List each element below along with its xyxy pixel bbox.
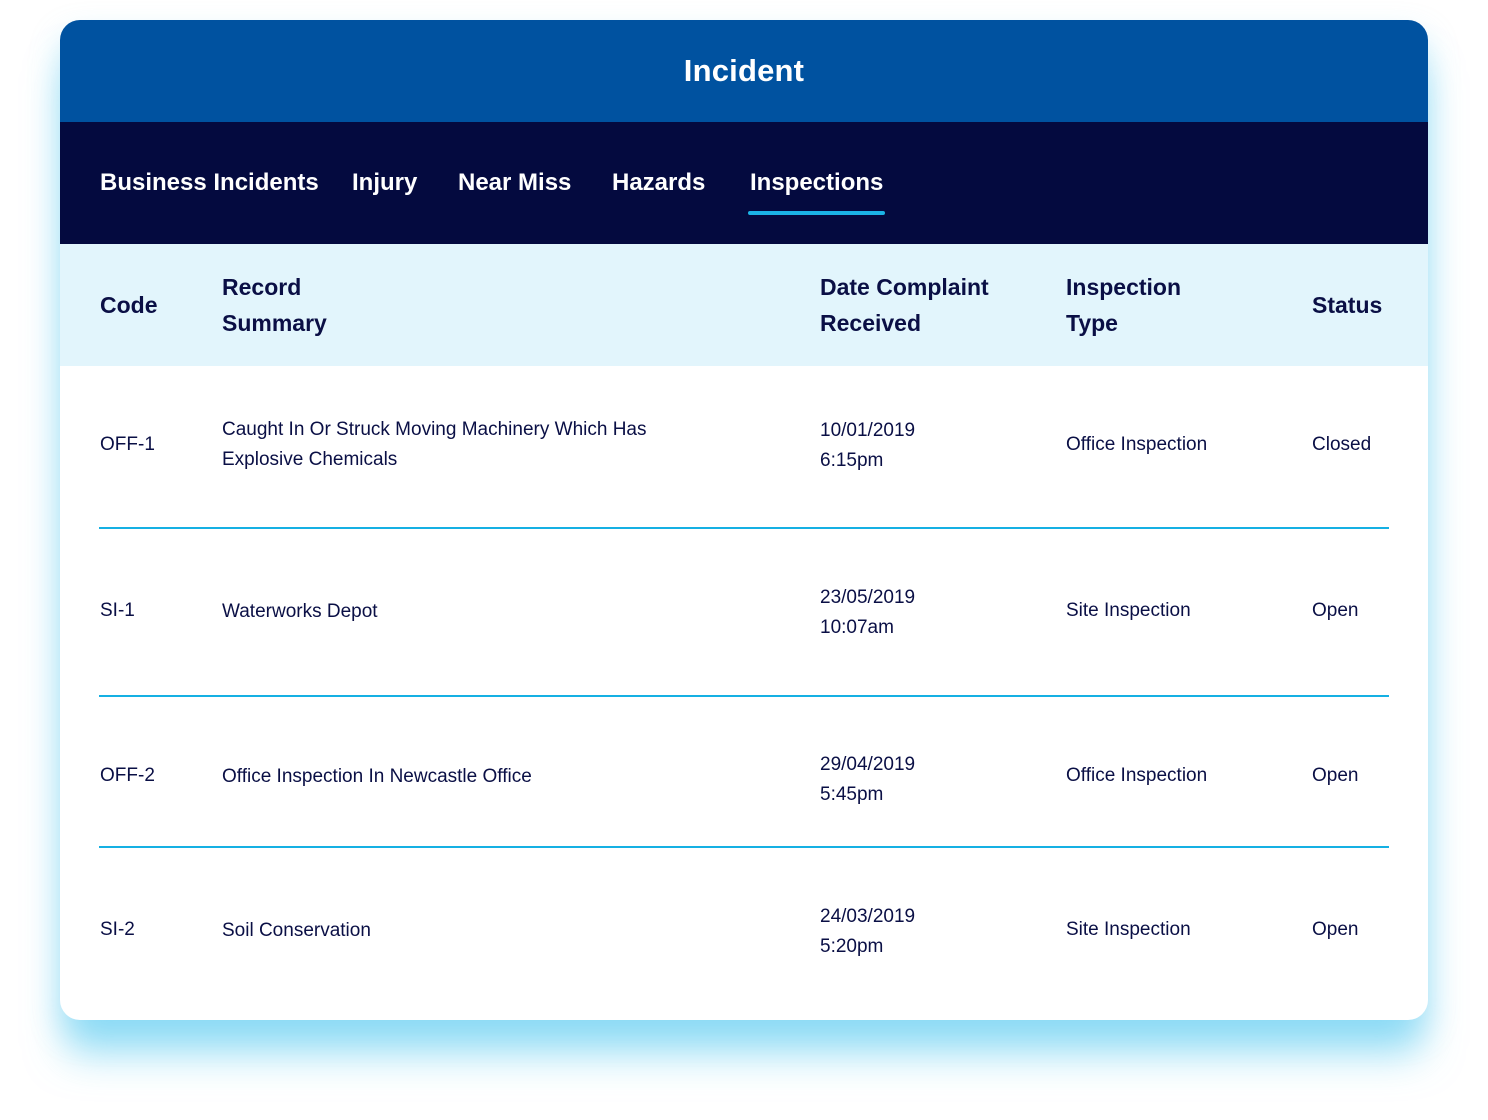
- tab-label: Inspections: [750, 169, 884, 196]
- column-header-label: Date Complaint: [820, 274, 989, 300]
- cell-code: OFF-2: [100, 765, 155, 786]
- column-header-label: Code: [100, 292, 158, 318]
- tab-near-miss[interactable]: Near Miss: [458, 169, 571, 197]
- cell-code: SI-2: [100, 919, 135, 940]
- tab-injury[interactable]: Injury: [352, 169, 417, 197]
- tab-inspections[interactable]: Inspections: [748, 169, 886, 215]
- date-value: 29/04/2019: [820, 754, 916, 775]
- table-body: OFF-1 Caught In Or Struck Moving Machine…: [60, 366, 1428, 1018]
- column-header-record-summary[interactable]: Record Summary: [222, 269, 327, 341]
- column-header-label: Type: [1066, 310, 1118, 336]
- cell-date-received: 23/05/2019 10:07am: [820, 583, 915, 643]
- cell-status: Open: [1312, 765, 1359, 786]
- time-value: 6:15pm: [820, 450, 884, 471]
- table-header: Code Record Summary Date Complaint Recei…: [60, 244, 1428, 366]
- date-value: 23/05/2019: [820, 587, 916, 608]
- tab-label: Hazards: [612, 169, 706, 196]
- column-header-label: Record: [222, 274, 302, 300]
- active-tab-indicator: [748, 211, 886, 215]
- column-header-date-complaint-received[interactable]: Date Complaint Received: [820, 269, 989, 341]
- tab-label: Business Incidents: [100, 169, 319, 196]
- cell-status: Closed: [1312, 434, 1372, 455]
- time-value: 5:20pm: [820, 936, 884, 957]
- table-row[interactable]: SI-1 Waterworks Depot 23/05/2019 10:07am…: [99, 529, 1389, 697]
- summary-line: Office Inspection In Newcastle Office: [222, 766, 532, 787]
- cell-record-summary: Caught In Or Struck Moving Machinery Whi…: [222, 415, 647, 475]
- cell-code: OFF-1: [100, 434, 155, 455]
- cell-record-summary: Waterworks Depot: [222, 597, 378, 627]
- page-title: Incident: [683, 53, 805, 88]
- cell-date-received: 29/04/2019 5:45pm: [820, 750, 915, 810]
- cell-status: Open: [1312, 919, 1359, 940]
- cell-inspection-type: Site Inspection: [1066, 600, 1191, 621]
- cell-inspection-type: Site Inspection: [1066, 919, 1191, 940]
- column-header-label: Inspection: [1066, 274, 1182, 300]
- column-header-label: Received: [820, 310, 922, 336]
- cell-record-summary: Soil Conservation: [222, 916, 371, 946]
- title-bar: Incident: [60, 20, 1428, 122]
- table-row[interactable]: OFF-1 Caught In Or Struck Moving Machine…: [99, 366, 1389, 529]
- cell-record-summary: Office Inspection In Newcastle Office: [222, 762, 532, 792]
- summary-line: Waterworks Depot: [222, 601, 378, 622]
- tab-hazards[interactable]: Hazards: [612, 169, 705, 197]
- column-header-code[interactable]: Code: [100, 287, 158, 323]
- tab-label: Near Miss: [458, 169, 572, 196]
- cell-status: Open: [1312, 600, 1359, 621]
- summary-line: Explosive Chemicals: [222, 449, 398, 470]
- table-row[interactable]: OFF-2 Office Inspection In Newcastle Off…: [99, 697, 1389, 848]
- column-header-label: Summary: [222, 310, 327, 336]
- tab-business-incidents[interactable]: Business Incidents: [100, 169, 319, 197]
- column-header-label: Status: [1312, 292, 1383, 318]
- summary-line: Caught In Or Struck Moving Machinery Whi…: [222, 419, 647, 440]
- cell-code: SI-1: [100, 600, 135, 621]
- cell-inspection-type: Office Inspection: [1066, 765, 1208, 786]
- column-header-status[interactable]: Status: [1312, 287, 1382, 323]
- column-header-inspection-type[interactable]: Inspection Type: [1066, 269, 1181, 341]
- date-value: 24/03/2019: [820, 906, 916, 927]
- date-value: 10/01/2019: [820, 420, 916, 441]
- summary-line: Soil Conservation: [222, 920, 371, 941]
- cell-inspection-type: Office Inspection: [1066, 434, 1208, 455]
- tab-label: Injury: [352, 169, 418, 196]
- table-row[interactable]: SI-2 Soil Conservation 24/03/2019 5:20pm…: [99, 848, 1389, 1018]
- time-value: 5:45pm: [820, 784, 884, 805]
- cell-date-received: 10/01/2019 6:15pm: [820, 416, 915, 476]
- incident-card: Incident Business Incidents Injury Near …: [60, 20, 1428, 1020]
- tab-bar: Business Incidents Injury Near Miss Haza…: [60, 122, 1428, 244]
- cell-date-received: 24/03/2019 5:20pm: [820, 902, 915, 962]
- time-value: 10:07am: [820, 617, 894, 638]
